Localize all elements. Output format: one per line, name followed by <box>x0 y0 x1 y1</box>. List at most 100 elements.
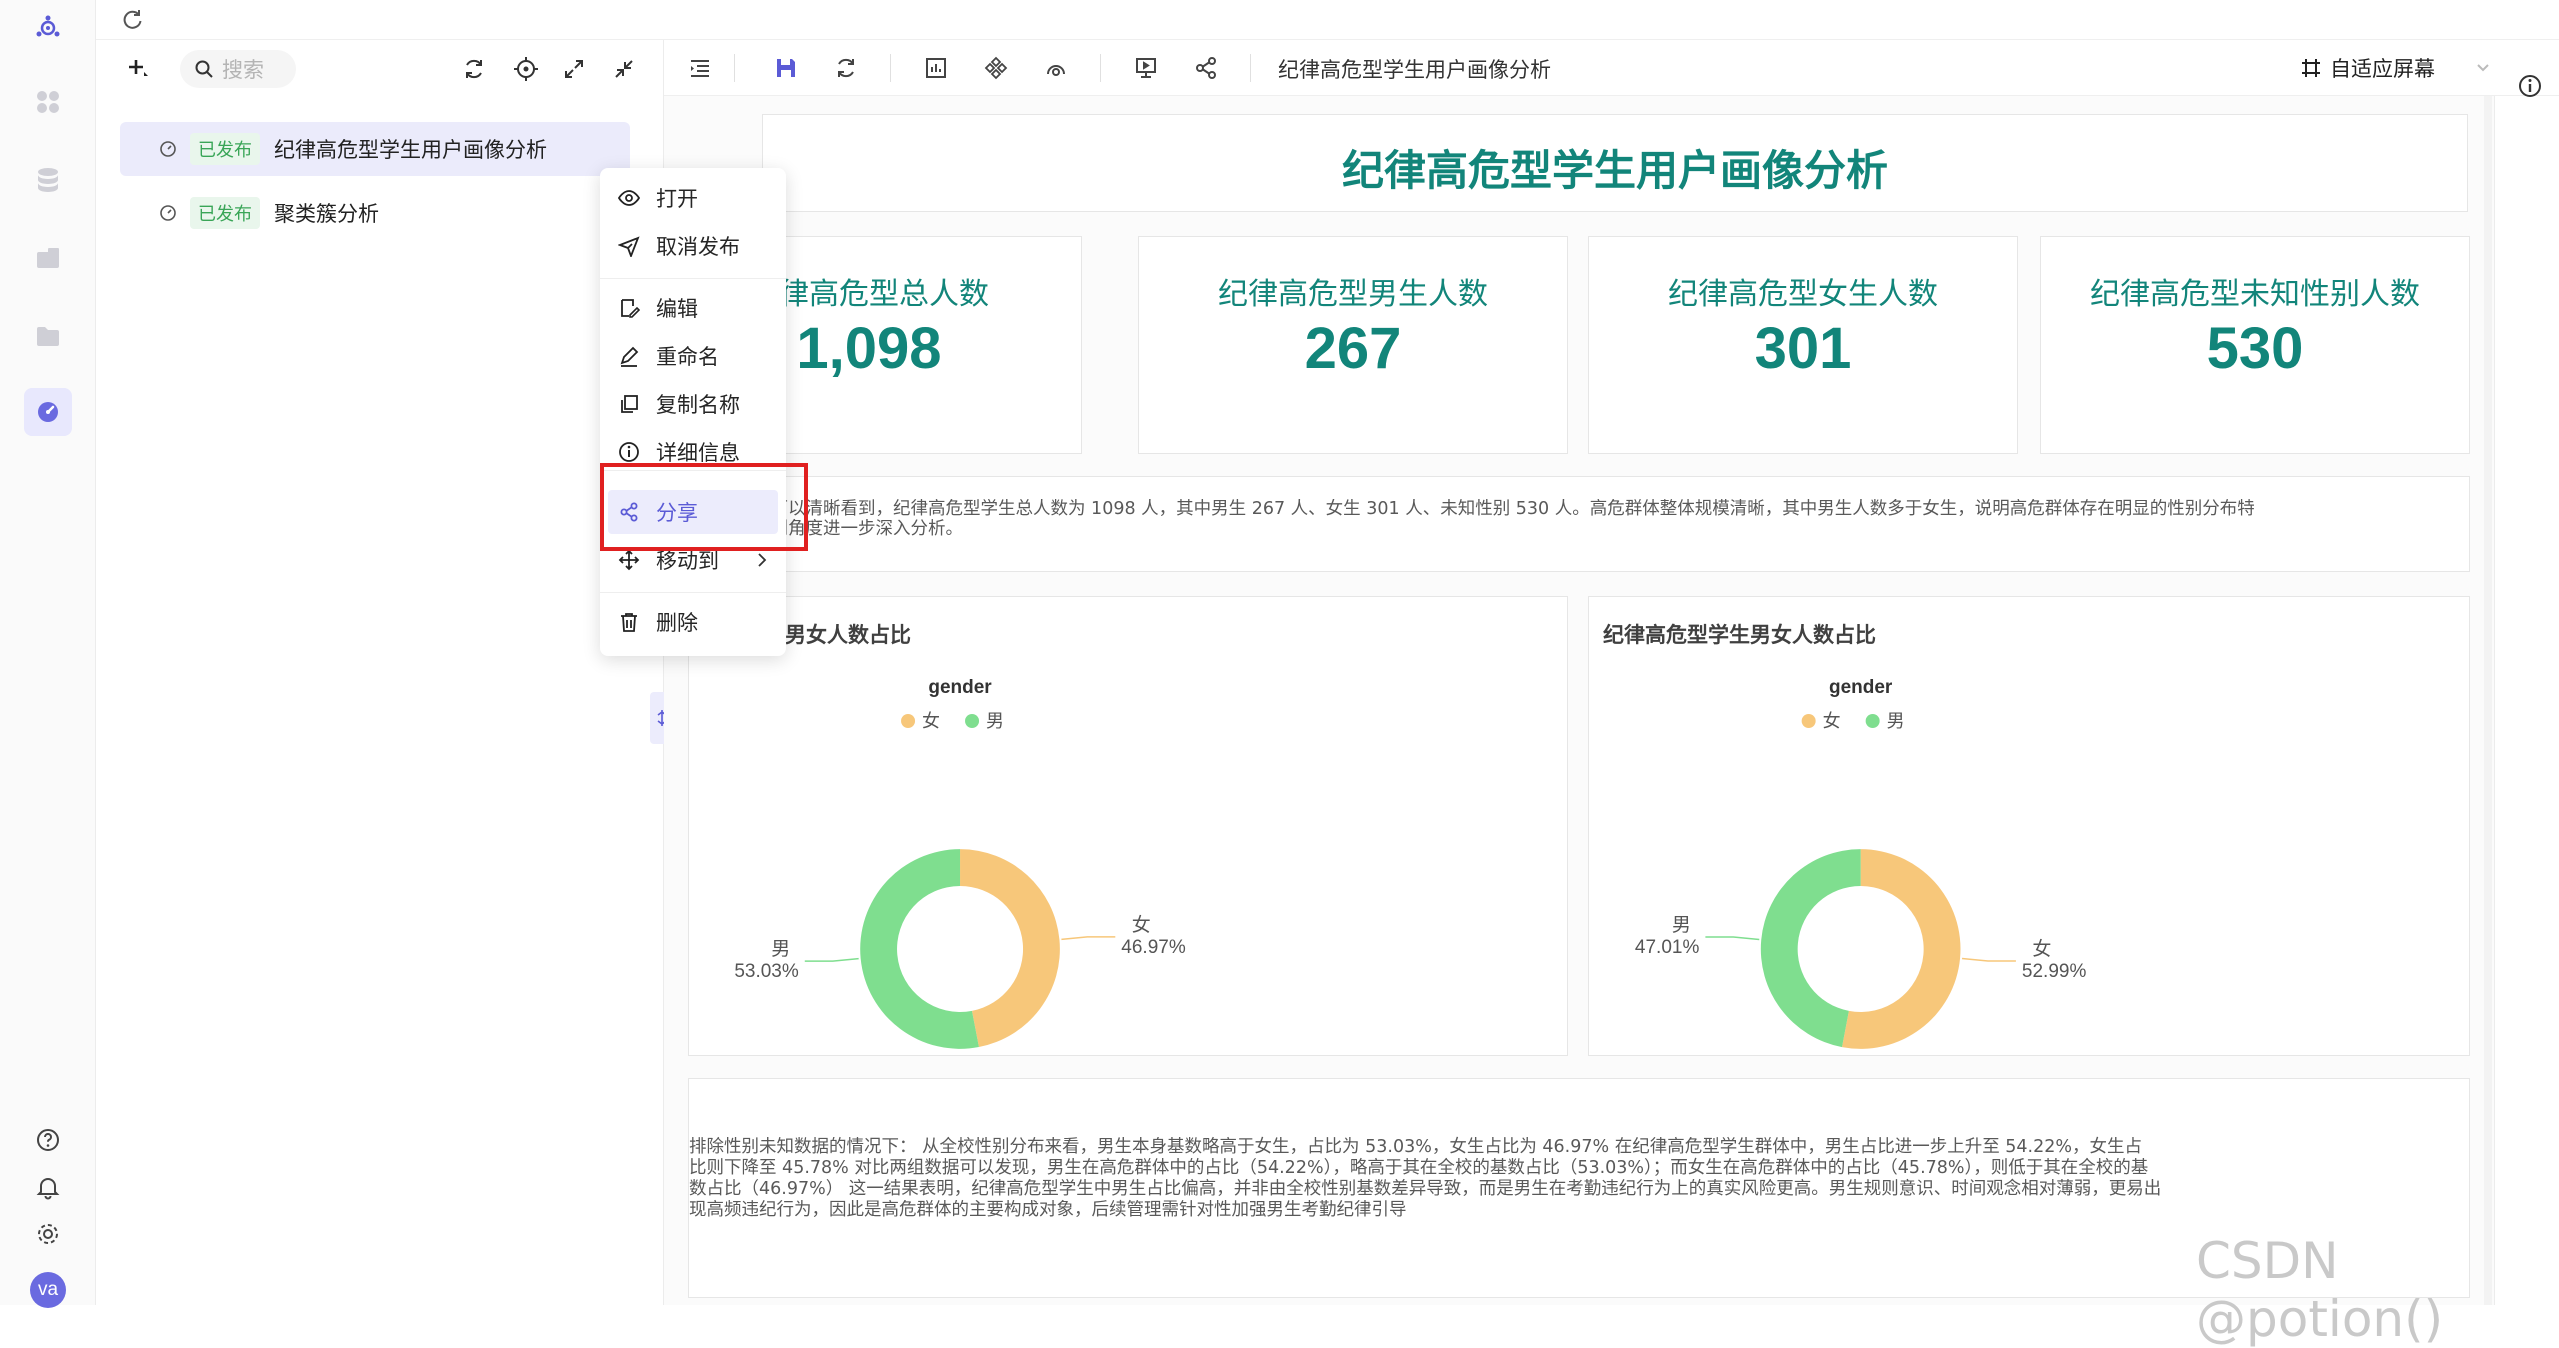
kpi-label: 纪律高危型未知性别人数 <box>2090 278 2420 311</box>
menu-item-delete[interactable]: 删除 <box>608 600 778 644</box>
preview-icon[interactable] <box>1128 50 1164 86</box>
menu-item-copy-name[interactable]: 复制名称 <box>608 382 778 426</box>
search-icon <box>195 60 213 78</box>
legend-label[interactable]: 女 <box>1823 711 1841 731</box>
pie-chart-high-risk: gender女 男女52.99%男47.01% <box>1635 677 2087 1049</box>
locate-icon[interactable] <box>508 51 544 87</box>
share-icon[interactable] <box>1188 50 1224 86</box>
database-icon[interactable] <box>24 156 72 204</box>
analysis-line: 数占比（46.97%） 这一结果表明，纪律高危型学生中男生占比偏高，并非由全校性… <box>689 1179 2162 1199</box>
menu-item-label: 复制名称 <box>656 394 740 417</box>
fit-screen-button[interactable]: 自适应屏幕 <box>2300 50 2435 86</box>
frame-icon <box>2302 59 2320 77</box>
label-leader-line <box>1705 936 1760 941</box>
reload-icon[interactable] <box>828 50 864 86</box>
collapse-all-icon[interactable] <box>606 51 642 87</box>
move-icon <box>618 549 640 571</box>
fit-screen-label: 自适应屏幕 <box>2330 58 2435 81</box>
legend-swatch[interactable] <box>1801 714 1816 728</box>
component-icon[interactable] <box>978 50 1014 86</box>
save-icon[interactable] <box>768 50 804 86</box>
search-input[interactable]: 搜索 <box>180 50 296 88</box>
fit-screen-dropdown-icon[interactable] <box>2470 50 2496 86</box>
sync-icon[interactable] <box>456 51 492 87</box>
editor-toolbar: 纪律高危型学生用户画像分析 自适应屏幕 <box>664 40 2559 96</box>
legend-label[interactable]: 男 <box>1887 711 1905 731</box>
send-icon <box>618 236 640 257</box>
document-title: 纪律高危型学生用户画像分析 <box>1278 59 1551 82</box>
menu-item-open[interactable]: 打开 <box>608 176 778 220</box>
slice-percent-label: 46.97% <box>1121 937 1186 958</box>
help-icon[interactable] <box>24 1116 72 1164</box>
tree-item-user-profile-analysis[interactable]: 已发布 纪律高危型学生用户画像分析 <box>120 122 630 176</box>
dataset-icon[interactable] <box>24 234 72 282</box>
menu-item-rename[interactable]: 重命名 <box>608 334 778 378</box>
theme-icon[interactable] <box>1038 50 1074 86</box>
slice-percent-label: 52.99% <box>2022 961 2087 982</box>
pie-chart-overall: gender女 男女46.97%男53.03% <box>734 677 1186 1049</box>
kpi-label: 纪律高危型女生人数 <box>1668 278 1938 311</box>
left-rail: va <box>0 0 96 1308</box>
eye-icon <box>618 190 640 206</box>
outline-icon[interactable] <box>682 50 718 86</box>
bell-icon[interactable] <box>24 1163 72 1211</box>
apps-icon[interactable] <box>24 78 72 126</box>
pie-chart-card-high-risk[interactable]: 纪律高危型学生男女人数占比 gender 女男女 52.99% 男 47.01% <box>1588 596 2470 1056</box>
menu-item-label: 取消发布 <box>656 236 740 259</box>
legend-swatch[interactable] <box>901 714 916 728</box>
menu-item-label: 打开 <box>656 188 698 211</box>
right-panel-divider <box>2494 96 2495 1305</box>
slice-category-label: 男 <box>771 939 790 960</box>
kpi-value: 530 <box>2206 316 2304 381</box>
kpi-card-female[interactable]: 纪律高危型女生人数 301 <box>1588 236 2018 454</box>
menu-item-unpublish[interactable]: 取消发布 <box>608 224 778 268</box>
legend-swatch[interactable] <box>965 714 980 728</box>
refresh-icon[interactable] <box>114 2 150 38</box>
expand-all-icon[interactable] <box>556 51 592 87</box>
settings-icon[interactable] <box>24 1210 72 1258</box>
chart-icon[interactable] <box>918 50 954 86</box>
label-leader-line <box>1061 936 1116 941</box>
dashboard-item-icon <box>160 141 176 157</box>
summary-text-card[interactable]: 卡可以清晰看到，纪律高危型学生总人数为 1098 人，其中男生 267 人、女生… <box>656 476 2470 572</box>
context-menu: 打开 取消发布 编辑 重命名 复制名称 详细信息 分享 移动到 删除 <box>600 168 786 656</box>
menu-item-label: 编辑 <box>656 298 698 321</box>
kpi-value: 301 <box>1754 316 1852 381</box>
dashboard-icon[interactable] <box>24 388 72 436</box>
menu-item-edit[interactable]: 编辑 <box>608 286 778 330</box>
canvas-scrollbar[interactable] <box>2484 96 2492 1305</box>
app-logo-icon[interactable] <box>24 4 72 52</box>
folder-icon[interactable] <box>24 312 72 360</box>
legend-label[interactable]: 女 <box>922 711 940 731</box>
kpi-card-unknown[interactable]: 纪律高危型未知性别人数 530 <box>2040 236 2470 454</box>
pencil-icon <box>620 346 639 367</box>
tree-item-label: 聚类簇分析 <box>274 203 379 226</box>
highlight-box <box>600 463 808 551</box>
legend-title: gender <box>928 677 992 698</box>
slice-percent-label: 47.01% <box>1635 937 1700 958</box>
watermark: CSDN @potion() <box>2196 1232 2444 1348</box>
dashboard-canvas: 纪律高危型学生用户画像分析 纪律高危型总人数 1,098 纪律高危型男生人数 2… <box>656 96 2494 1305</box>
info-icon <box>619 442 639 462</box>
pie-chart-card-overall[interactable]: 男女人数占比 gender 女男女 46.97% 男 53.03% <box>688 596 1568 1056</box>
chevron-right-icon <box>758 553 767 567</box>
info-panel-icon[interactable] <box>2512 68 2548 104</box>
menu-item-label: 重命名 <box>656 346 719 369</box>
tree-item-cluster-analysis[interactable]: 已发布 聚类簇分析 <box>120 186 630 240</box>
status-badge: 已发布 <box>190 197 260 229</box>
legend-swatch[interactable] <box>1865 714 1880 728</box>
legend-label[interactable]: 男 <box>986 711 1004 731</box>
avatar[interactable]: va <box>30 1272 66 1308</box>
title-card[interactable]: 纪律高危型学生用户画像分析 <box>762 114 2468 212</box>
dashboard-item-icon <box>160 205 176 221</box>
slice-category-label: 男 <box>1672 915 1691 936</box>
slice-percent-label: 53.03% <box>734 961 799 982</box>
resource-tree-panel: 搜索 已发布 纪律高危型学生用户画像分析 已发布 聚类簇分析 <box>96 40 674 1305</box>
kpi-card-male[interactable]: 纪律高危型男生人数 267 <box>1138 236 1568 454</box>
pie-slice[interactable] <box>1760 849 1861 1048</box>
analysis-line: 现高频违纪行为，因此是高危群体的主要构成对象，后续管理需针对性加强男生考勤纪律引… <box>689 1200 1407 1220</box>
add-menu-icon[interactable] <box>120 50 156 86</box>
pie-slice[interactable] <box>960 849 1060 1048</box>
kpi-value: 267 <box>1304 316 1402 381</box>
trash-icon <box>621 613 637 632</box>
